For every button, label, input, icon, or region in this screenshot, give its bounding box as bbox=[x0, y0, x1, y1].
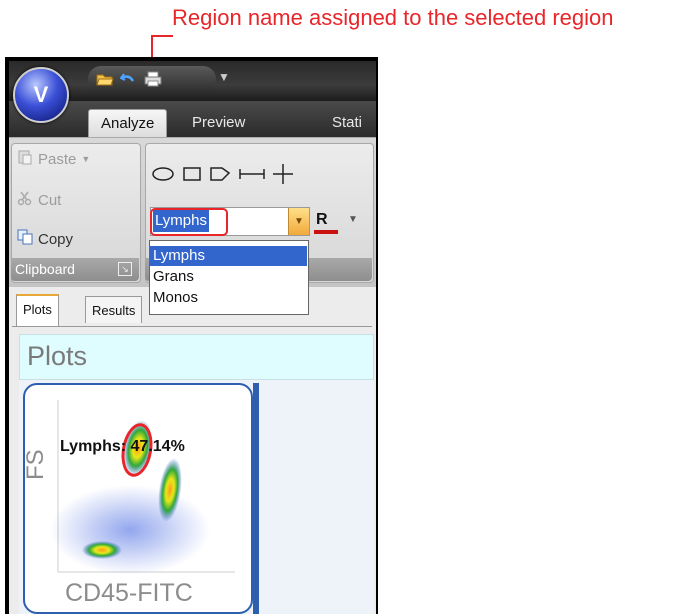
ellipse-region-icon[interactable] bbox=[150, 164, 176, 189]
tab-analyze[interactable]: Analyze bbox=[88, 109, 168, 138]
annotation-caption: Region name assigned to the selected reg… bbox=[172, 5, 614, 30]
linear-region-icon[interactable] bbox=[237, 164, 267, 189]
print-icon[interactable] bbox=[144, 71, 162, 87]
annotation-highlight-box bbox=[150, 208, 228, 236]
region-gate-label: Lymphs: 47.14% bbox=[60, 438, 185, 455]
tab-statistics[interactable]: Stati bbox=[320, 109, 374, 137]
region-color-swatch bbox=[314, 230, 338, 234]
tab-results[interactable]: Results bbox=[85, 296, 143, 323]
dialog-launcher-icon[interactable]: ↘ bbox=[118, 262, 132, 276]
polygon-region-icon[interactable] bbox=[208, 164, 232, 189]
event-haze bbox=[50, 485, 210, 575]
dropdown-option[interactable]: Grans bbox=[150, 267, 307, 287]
chevron-down-icon: ▼ bbox=[81, 154, 91, 164]
plot-card-edge bbox=[253, 383, 259, 614]
chevron-down-icon[interactable]: ▼ bbox=[288, 208, 309, 235]
app-menu-button[interactable]: V bbox=[13, 67, 69, 123]
copy-label: Copy bbox=[38, 230, 74, 248]
undo-icon[interactable] bbox=[119, 71, 136, 87]
paste-icon bbox=[17, 149, 33, 169]
copy-icon bbox=[17, 229, 33, 249]
rectangle-region-icon[interactable] bbox=[181, 164, 203, 189]
tab-plots[interactable]: Plots bbox=[16, 294, 59, 326]
annotation-leader-line bbox=[151, 35, 173, 37]
quadrant-region-icon[interactable] bbox=[272, 163, 294, 190]
debris-population bbox=[82, 541, 122, 559]
region-shape-tools bbox=[150, 162, 330, 190]
scissors-icon bbox=[17, 190, 33, 210]
region-color-button[interactable]: R bbox=[316, 211, 328, 229]
dropdown-option[interactable]: Lymphs bbox=[150, 246, 307, 266]
customize-qat-icon[interactable]: ▼ bbox=[218, 70, 230, 84]
dropdown-option[interactable]: Monos bbox=[150, 288, 307, 308]
copy-button[interactable]: Copy bbox=[17, 229, 73, 249]
paste-label: Paste bbox=[38, 150, 77, 168]
cut-button[interactable]: Cut bbox=[17, 190, 61, 210]
quick-access-toolbar bbox=[88, 66, 216, 92]
x-axis-label: CD45-FITC bbox=[65, 579, 193, 607]
cut-label: Cut bbox=[38, 191, 62, 209]
y-axis-label: FS bbox=[22, 449, 49, 480]
open-folder-icon[interactable] bbox=[96, 71, 114, 87]
tab-preview[interactable]: Preview bbox=[180, 109, 257, 137]
plots-title: Plots bbox=[27, 341, 88, 371]
paste-button[interactable]: Paste ▼ bbox=[17, 149, 90, 169]
chevron-down-icon[interactable]: ▼ bbox=[348, 214, 358, 225]
